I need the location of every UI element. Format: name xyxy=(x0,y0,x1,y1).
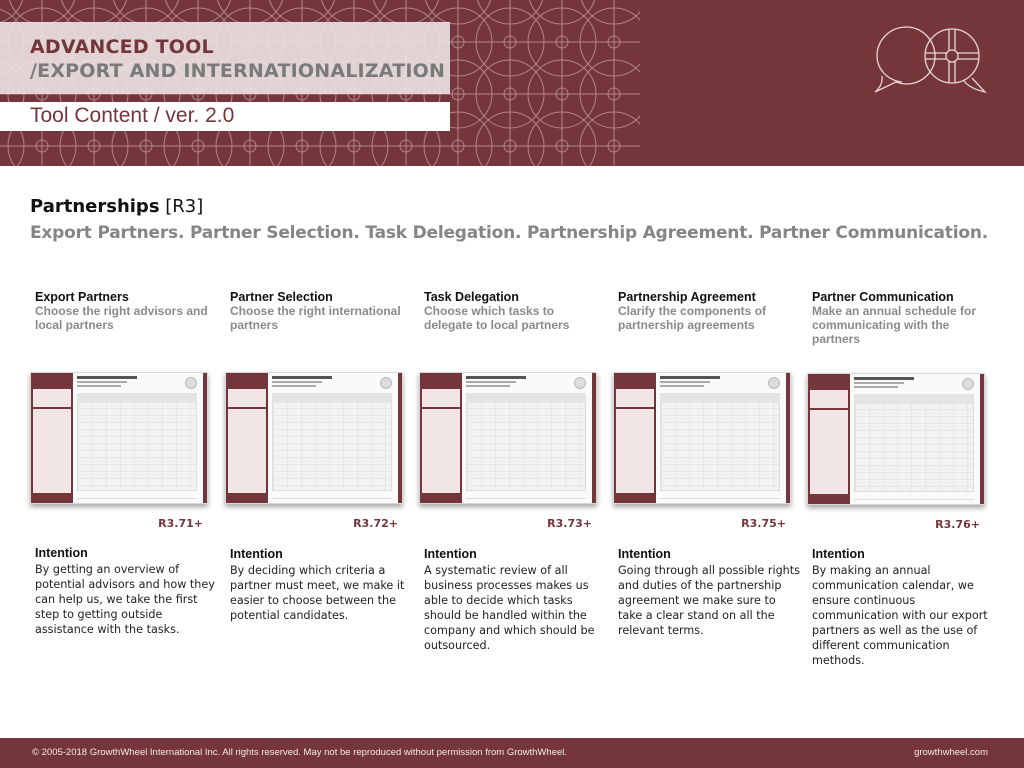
intention-label: Intention xyxy=(812,547,865,561)
website-link[interactable]: growthwheel.com xyxy=(914,747,988,758)
tool-column: Partnership Agreement Clarify the compon… xyxy=(613,290,800,637)
tool-area-title: /EXPORT AND INTERNATIONALIZATION xyxy=(30,60,446,82)
tool-code: R3.76+ xyxy=(935,518,980,531)
wheel-icon xyxy=(380,377,392,389)
intention-label: Intention xyxy=(618,547,671,561)
wheel-icon xyxy=(962,378,974,390)
wheel-icon xyxy=(574,377,586,389)
header-banner: ADVANCED TOOL /EXPORT AND INTERNATIONALI… xyxy=(0,0,1024,166)
decision-sheet-thumbnail[interactable] xyxy=(419,372,597,504)
speech-bubbles-wheel-icon xyxy=(874,26,987,94)
tool-title-box: ADVANCED TOOL /EXPORT AND INTERNATIONALI… xyxy=(0,22,450,94)
tool-name: Export Partners xyxy=(35,290,129,304)
worksheet-table xyxy=(466,393,586,491)
tool-code: R3.75+ xyxy=(741,517,786,530)
footer: © 2005-2018 GrowthWheel International In… xyxy=(0,738,1024,768)
section-code: [R3] xyxy=(165,196,204,217)
decision-sheet-thumbnail[interactable] xyxy=(613,372,791,504)
tool-column: Task Delegation Choose which tasks to de… xyxy=(419,290,604,652)
version-subtitle: Tool Content / ver. 2.0 xyxy=(30,104,235,127)
tool-name: Partner Selection xyxy=(230,290,333,304)
intention-text: Going through all possible rights and du… xyxy=(618,564,800,637)
tool-description: Choose which tasks to delegate to local … xyxy=(424,304,570,332)
wheel-icon xyxy=(185,377,197,389)
intention-text: By deciding which criteria a partner mus… xyxy=(230,564,405,622)
intention-text: By making an annual communication calend… xyxy=(812,564,988,667)
tool-category-title: ADVANCED TOOL xyxy=(30,36,214,58)
version-box: Tool Content / ver. 2.0 xyxy=(0,102,450,131)
worksheet-table xyxy=(660,393,780,491)
tool-column: Partner Communication Make an annual sch… xyxy=(807,290,992,667)
tool-description: Choose the right advisors and local part… xyxy=(35,304,208,332)
worksheet-table xyxy=(272,393,392,491)
tool-name: Partnership Agreement xyxy=(618,290,756,304)
intention-text: By getting an overview of potential advi… xyxy=(35,563,215,636)
tool-code: R3.72+ xyxy=(353,517,398,530)
copyright-notice: © 2005-2018 GrowthWheel International In… xyxy=(32,747,568,758)
section-subtitle: Export Partners. Partner Selection. Task… xyxy=(30,223,988,243)
tool-column: Partner Selection Choose the right inter… xyxy=(225,290,410,622)
intention-block: Intention A systematic review of all bus… xyxy=(424,547,609,653)
tool-name: Partner Communication xyxy=(812,290,954,304)
intention-block: Intention By getting an overview of pote… xyxy=(35,546,220,637)
decision-sheet-thumbnail[interactable] xyxy=(30,372,208,504)
decision-sheet-thumbnail[interactable] xyxy=(225,372,403,504)
tool-column: Export Partners Choose the right advisor… xyxy=(30,290,215,636)
intention-block: Intention By deciding which criteria a p… xyxy=(230,547,415,623)
worksheet-table xyxy=(854,394,974,492)
tool-code: R3.73+ xyxy=(547,517,592,530)
tool-description: Choose the right international partners xyxy=(230,304,401,332)
intention-text: A systematic review of all business proc… xyxy=(424,564,595,652)
intention-label: Intention xyxy=(424,547,477,561)
tool-code: R3.71+ xyxy=(158,517,203,530)
tool-description: Clarify the components of partnership ag… xyxy=(618,304,767,332)
tool-description: Make an annual schedule for communicatin… xyxy=(812,304,977,346)
section-heading: Partnerships [R3] xyxy=(30,196,203,218)
section-title: Partnerships xyxy=(30,196,160,217)
intention-block: Intention Going through all possible rig… xyxy=(618,547,803,638)
intention-label: Intention xyxy=(230,547,283,561)
intention-block: Intention By making an annual communicat… xyxy=(812,547,997,668)
tool-name: Task Delegation xyxy=(424,290,519,304)
worksheet-table xyxy=(77,393,197,491)
intention-label: Intention xyxy=(35,546,88,560)
decision-sheet-thumbnail[interactable] xyxy=(807,373,985,505)
wheel-icon xyxy=(768,377,780,389)
